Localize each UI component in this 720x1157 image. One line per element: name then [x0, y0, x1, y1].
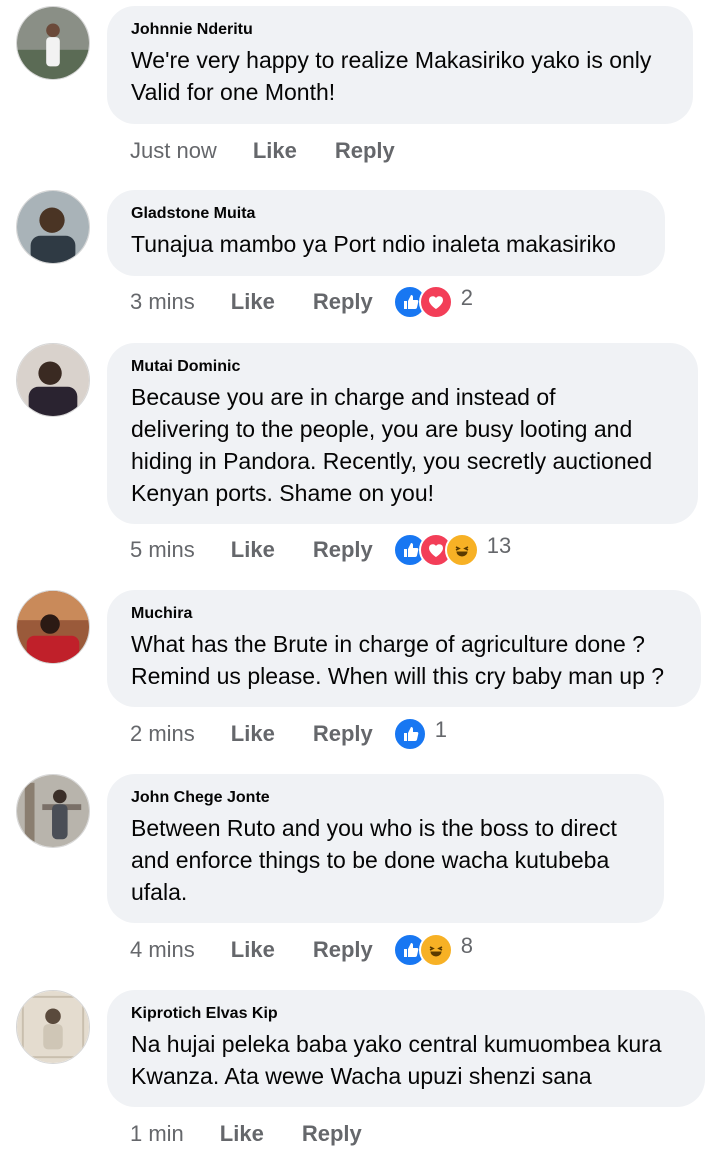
- reply-button[interactable]: Reply: [313, 537, 373, 563]
- comment-author[interactable]: Johnnie Nderitu: [131, 20, 669, 40]
- reactions-summary[interactable]: 8: [392, 933, 473, 967]
- avatar[interactable]: [16, 590, 90, 664]
- reaction-count: 2: [460, 285, 473, 310]
- comment-author[interactable]: John Chege Jonte: [131, 788, 640, 808]
- comment-bubble: John Chege Jonte Between Ruto and you wh…: [107, 774, 664, 923]
- reply-button[interactable]: Reply: [313, 937, 373, 963]
- reaction-count: 8: [460, 933, 473, 958]
- comment-text: What has the Brute in charge of agricult…: [131, 631, 665, 689]
- comment-timestamp[interactable]: 2 mins: [130, 721, 195, 747]
- comment-author[interactable]: Mutai Dominic: [131, 357, 674, 377]
- comment-timestamp[interactable]: 3 mins: [130, 289, 195, 315]
- comment-text: Because you are in charge and instead of…: [131, 384, 653, 506]
- reply-button[interactable]: Reply: [335, 138, 395, 164]
- reaction-count: 13: [486, 533, 512, 558]
- comment-timestamp[interactable]: 4 mins: [130, 937, 195, 963]
- like-button[interactable]: Like: [220, 1121, 264, 1147]
- comment-text: Between Ruto and you who is the boss to …: [131, 815, 617, 905]
- comment-bubble: Kiprotich Elvas Kip Na hujai peleka baba…: [107, 990, 705, 1107]
- avatar[interactable]: [16, 990, 90, 1064]
- avatar[interactable]: [16, 190, 90, 264]
- reaction-count: 1: [434, 717, 447, 742]
- avatar[interactable]: [16, 774, 90, 848]
- comment-actions: 2 mins Like Reply 1: [130, 716, 447, 752]
- comment-bubble: Gladstone Muita Tunajua mambo ya Port nd…: [107, 190, 665, 276]
- like-button[interactable]: Like: [253, 138, 297, 164]
- haha-icon: [444, 533, 479, 567]
- comment-text: Na hujai peleka baba yako central kumuom…: [131, 1031, 662, 1089]
- comment-author[interactable]: Muchira: [131, 604, 677, 624]
- like-button[interactable]: Like: [231, 289, 275, 315]
- like-button[interactable]: Like: [231, 721, 275, 747]
- reactions-summary[interactable]: 1: [392, 717, 447, 751]
- like-button[interactable]: Like: [231, 937, 275, 963]
- love-icon: [418, 285, 453, 319]
- reactions-summary[interactable]: 13: [392, 533, 512, 567]
- comment-actions: 1 min Like Reply: [130, 1116, 362, 1152]
- reply-button[interactable]: Reply: [313, 289, 373, 315]
- comment-timestamp[interactable]: Just now: [130, 138, 217, 164]
- reply-button[interactable]: Reply: [313, 721, 373, 747]
- reply-button[interactable]: Reply: [302, 1121, 362, 1147]
- avatar[interactable]: [16, 343, 90, 417]
- comment-author[interactable]: Kiprotich Elvas Kip: [131, 1004, 681, 1024]
- comment-text: We're very happy to realize Makasiriko y…: [131, 47, 652, 105]
- comment-text: Tunajua mambo ya Port ndio inaleta makas…: [131, 231, 616, 257]
- comment-actions: Just now Like Reply: [130, 133, 395, 169]
- comment-bubble: Johnnie Nderitu We're very happy to real…: [107, 6, 693, 124]
- like-icon: [392, 717, 427, 751]
- reactions-summary[interactable]: 2: [392, 285, 473, 319]
- comment-author[interactable]: Gladstone Muita: [131, 204, 641, 224]
- like-button[interactable]: Like: [231, 537, 275, 563]
- comment-bubble: Mutai Dominic Because you are in charge …: [107, 343, 698, 524]
- comment-timestamp[interactable]: 1 min: [130, 1121, 184, 1147]
- comment-actions: 5 mins Like Reply 13: [130, 532, 511, 568]
- avatar[interactable]: [16, 6, 90, 80]
- comment-bubble: Muchira What has the Brute in charge of …: [107, 590, 701, 707]
- haha-icon: [418, 933, 453, 967]
- comment-timestamp[interactable]: 5 mins: [130, 537, 195, 563]
- comment-actions: 4 mins Like Reply 8: [130, 932, 473, 968]
- comment-actions: 3 mins Like Reply 2: [130, 284, 473, 320]
